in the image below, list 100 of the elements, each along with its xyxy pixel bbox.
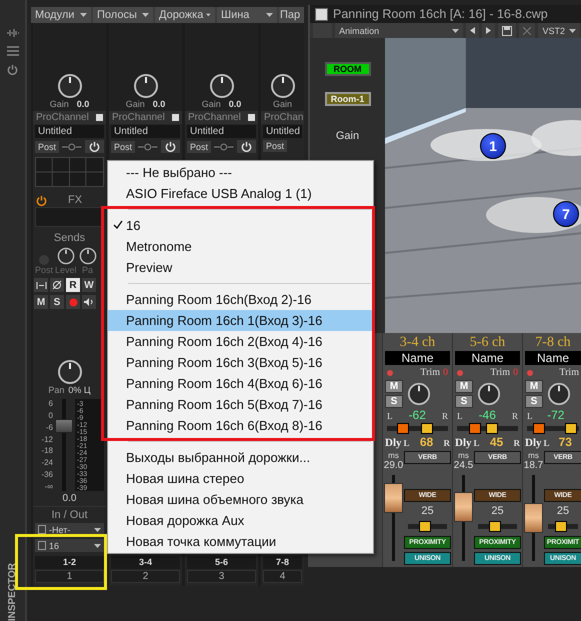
mixer-menu-button[interactable]: Шина	[217, 7, 277, 23]
power-icon[interactable]	[36, 194, 47, 206]
slider-thumb[interactable]	[418, 521, 431, 532]
menu-item[interactable]: Новая точка коммутации	[108, 531, 373, 552]
post-button[interactable]: Post	[111, 140, 136, 152]
menu-item[interactable]: Panning Room 16ch 6(Вход 8)-16	[108, 415, 373, 436]
phase-button[interactable]	[50, 278, 64, 292]
menu-item[interactable]: Новая шина стерео	[108, 468, 373, 489]
menu-item[interactable]: Новая дорожка Aux	[108, 510, 373, 531]
read-button[interactable]: R	[66, 278, 80, 292]
menu-item[interactable]: Preview	[108, 257, 373, 278]
power-button[interactable]	[160, 140, 180, 153]
menu-item[interactable]: 16	[108, 215, 373, 236]
mute-button[interactable]: M	[455, 380, 473, 393]
solo-button[interactable]: S	[455, 395, 473, 408]
pan-slider[interactable]	[527, 423, 579, 434]
trim-knob[interactable]	[407, 382, 431, 406]
gain-knob[interactable]	[270, 73, 296, 99]
gain-knob[interactable]	[132, 73, 158, 99]
monitor-button[interactable]	[82, 295, 96, 309]
preset-field[interactable]: Untitled	[35, 125, 104, 138]
mixer-menu-button[interactable]: Дорожка	[155, 7, 215, 23]
menu-item[interactable]: Новая шина объемного звука	[108, 489, 373, 510]
trim-knob[interactable]	[477, 382, 501, 406]
power-icon[interactable]	[240, 141, 252, 152]
preset-field[interactable]: Untitled	[263, 125, 302, 138]
amount-value: 25	[420, 505, 435, 517]
scale-label: -18	[40, 446, 53, 456]
slider-thumb[interactable]	[421, 423, 434, 434]
mixer-menu-button[interactable]: Модули	[31, 7, 91, 23]
menu-item[interactable]: Panning Room 16ch 4(Вход 6)-16	[108, 373, 373, 394]
trim-knob[interactable]	[547, 382, 571, 406]
fader-thumb[interactable]	[524, 503, 543, 533]
previous-button[interactable]	[466, 23, 480, 38]
slider-thumb[interactable]	[486, 423, 498, 434]
name-field[interactable]: Name	[525, 351, 581, 365]
name-field[interactable]: Name	[385, 351, 450, 365]
output-dropdown[interactable]: 16	[35, 539, 104, 552]
save-button[interactable]	[498, 23, 516, 38]
menu-item[interactable]: Panning Room 16ch 3(Вход 5)-16	[108, 352, 373, 373]
mute-button[interactable]: M	[34, 295, 48, 309]
solo-button[interactable]: S	[525, 395, 543, 408]
bus-label[interactable]: 3-4	[111, 556, 180, 569]
level-knob[interactable]	[56, 247, 75, 265]
menu-item[interactable]: Panning Room 16ch 1(Вход 3)-16	[108, 310, 373, 331]
mute-button[interactable]: M	[385, 380, 403, 393]
slider-thumb[interactable]	[555, 521, 568, 532]
fader-thumb[interactable]	[384, 483, 403, 514]
power-icon[interactable]	[164, 141, 176, 152]
bus-label[interactable]: 1-2	[35, 556, 104, 569]
menu-item[interactable]: Panning Room 16ch 5(Вход 7)-16	[108, 394, 373, 415]
slider-thumb[interactable]	[396, 423, 409, 434]
menu-item[interactable]: --- Не выбрано ---	[108, 162, 373, 183]
fader-thumb[interactable]	[55, 418, 73, 432]
indicator-light	[457, 370, 463, 376]
slider-thumb[interactable]	[469, 423, 482, 434]
menu-item[interactable]: Panning Room 16ch(Вход 2)-16	[108, 289, 373, 310]
menu-item[interactable]: Выходы выбранной дорожки...	[108, 447, 373, 468]
power-button[interactable]	[84, 140, 104, 153]
fader-thumb[interactable]	[454, 492, 473, 522]
solo-button[interactable]: S	[385, 395, 403, 408]
menu-item[interactable]: ASIO Fireface USB Analog 1 (1)	[108, 183, 373, 204]
menu-item[interactable]: Metronome	[108, 236, 373, 257]
menu-item[interactable]: Panning Room 16ch 2(Вход 4)-16	[108, 331, 373, 352]
next-button[interactable]	[482, 23, 496, 38]
power-icon[interactable]	[88, 141, 100, 152]
name-field[interactable]: Name	[455, 351, 520, 365]
post-button[interactable]: Post	[187, 140, 212, 152]
pan-knob[interactable]	[78, 247, 97, 265]
power-icon[interactable]	[7, 64, 18, 75]
preset-field[interactable]: Untitled	[187, 125, 256, 138]
mixer-menu-button[interactable]: Полосы	[93, 7, 153, 23]
room-button[interactable]: ROOM	[324, 62, 370, 76]
slider-thumb[interactable]	[488, 521, 501, 532]
slider-thumb[interactable]	[533, 423, 545, 434]
pan-knob[interactable]	[56, 359, 82, 385]
room-preset-button[interactable]: Room-1	[324, 92, 370, 106]
inspector-label[interactable]: INSPECTOR	[7, 560, 18, 621]
window-icon[interactable]	[315, 8, 328, 20]
mute-button[interactable]: M	[525, 380, 543, 393]
solo-button[interactable]: S	[50, 295, 64, 309]
power-button[interactable]	[236, 140, 256, 153]
preset-field[interactable]: Untitled	[111, 125, 180, 138]
post-button[interactable]: Post	[35, 140, 60, 152]
preset-dropdown[interactable]: Animation	[335, 23, 464, 38]
trim-label: Trim	[490, 367, 510, 378]
gain-knob[interactable]	[208, 73, 234, 99]
format-dropdown[interactable]: VST2	[538, 23, 580, 38]
bus-label[interactable]: 5-6	[187, 556, 256, 569]
mixer-menu-button[interactable]: Пар	[279, 7, 304, 23]
waveform-icon[interactable]	[6, 28, 20, 38]
io-button[interactable]	[34, 278, 48, 292]
write-button[interactable]: W	[82, 278, 96, 292]
slider-thumb[interactable]	[565, 423, 577, 434]
bus-label[interactable]: 7-8	[263, 556, 302, 569]
ms-label: ms	[458, 451, 469, 460]
gain-knob[interactable]	[56, 73, 82, 99]
fx-slot[interactable]	[35, 207, 104, 227]
menu-icon[interactable]	[6, 46, 18, 56]
post-button[interactable]: Post	[263, 140, 288, 152]
